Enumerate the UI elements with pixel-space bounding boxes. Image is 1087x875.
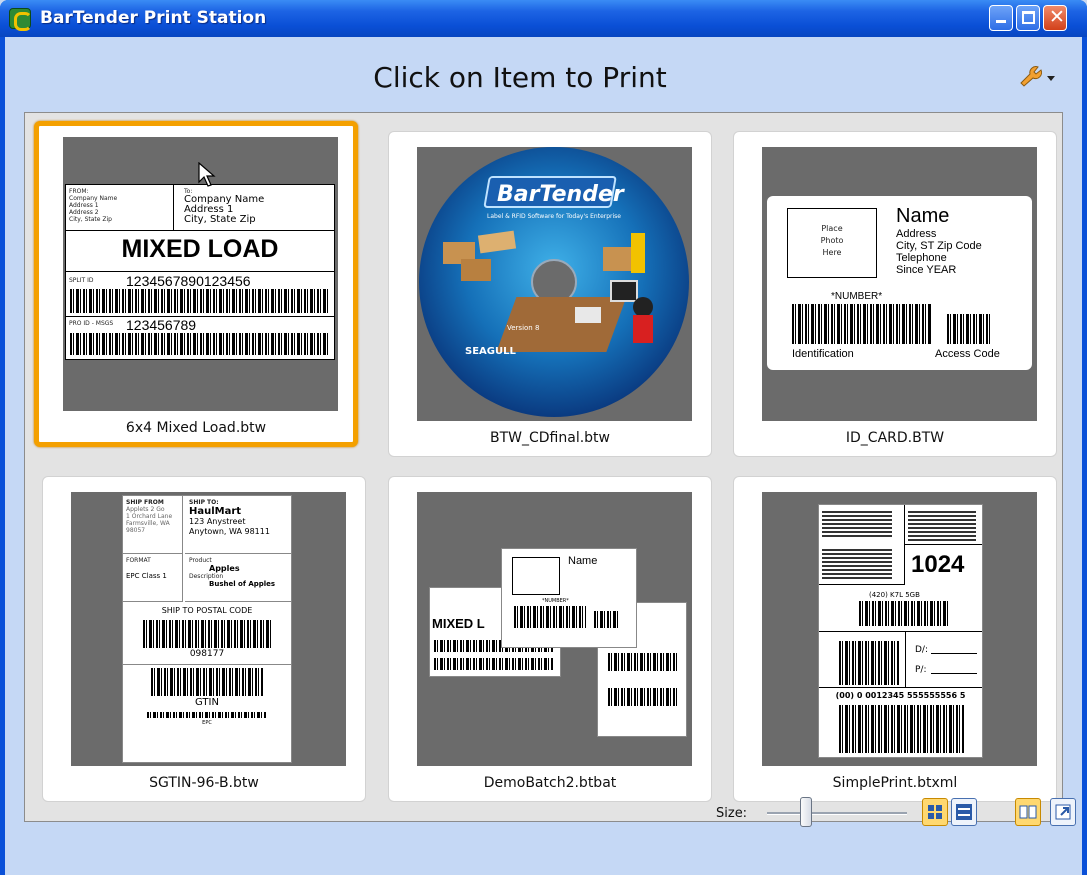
size-slider-track[interactable] [767,812,907,815]
grid-view-button[interactable] [922,798,948,826]
grid-view-icon [928,805,942,819]
items-grid: FROM: Company Name Address 1 Address 2 C… [24,112,1063,822]
page-title: Click on Item to Print [373,61,667,94]
size-label: Size: [716,806,748,821]
batch-front-label-preview: Name *NUMBER* [501,548,637,648]
app-window: BarTender Print Station ✕ Click on Item … [0,0,1087,875]
item-card-sgtin[interactable]: SHIP FROM Applets 2 Go 1 Orchard Lane Fa… [42,476,366,802]
item-thumbnail: BarTender Label & RFID Software for Toda… [417,147,692,421]
popout-button[interactable] [1050,798,1076,826]
minimize-icon [996,20,1006,23]
svg-text:SEAGULL: SEAGULL [465,346,516,357]
item-card-demobatch[interactable]: MIXED L Name *NUMBER* DemoBatch2.btbat [388,476,712,802]
settings-menu-button[interactable] [1017,65,1057,87]
size-slider-thumb[interactable] [800,797,812,827]
close-icon: ✕ [1049,6,1065,28]
svg-text:BarTender: BarTender [497,182,625,207]
bartender-app-icon [9,8,32,31]
wrench-icon [1020,66,1055,87]
window-title: BarTender Print Station [40,8,267,28]
sgtin-label-preview: SHIP FROM Applets 2 Go 1 Orchard Lane Fa… [122,495,292,763]
item-card-mixed-load[interactable]: FROM: Company Name Address 1 Address 2 C… [34,121,358,447]
item-thumbnail: 1024 (420) K7L 5GB D/: P/: (00) 0 001234… [762,492,1037,766]
header-bar: Click on Item to Print [5,37,1082,115]
svg-text:Version 8: Version 8 [507,324,539,332]
item-label: 6x4 Mixed Load.btw [125,420,267,436]
cd-label-preview: BarTender Label & RFID Software for Toda… [419,147,689,417]
simpleprint-label-preview: 1024 (420) K7L 5GB D/: P/: (00) 0 001234… [818,504,983,758]
mouse-cursor-icon [198,162,216,187]
item-label: BTW_CDfinal.btw [490,430,610,446]
item-thumbnail: MIXED L Name *NUMBER* [417,492,692,766]
external-window-icon [1055,804,1071,820]
maximize-button[interactable] [1016,5,1040,31]
open-folder-button[interactable] [1015,798,1041,826]
item-label: ID_CARD.BTW [845,430,945,446]
minimize-button[interactable] [989,5,1013,31]
close-button[interactable]: ✕ [1043,5,1067,31]
mixed-load-label-preview: FROM: Company Name Address 1 Address 2 C… [65,184,335,360]
list-view-button[interactable] [951,798,977,826]
item-label: SimplePrint.btxml [832,775,958,791]
item-thumbnail: SHIP FROM Applets 2 Go 1 Orchard Lane Fa… [71,492,346,766]
list-view-icon [956,804,972,820]
svg-text:Label & RFID Software for Toda: Label & RFID Software for Today's Enterp… [487,213,621,220]
item-thumbnail: Place Photo Here Name Address City, ST Z… [762,147,1037,421]
item-card-simpleprint[interactable]: 1024 (420) K7L 5GB D/: P/: (00) 0 001234… [733,476,1057,802]
client-area: Click on Item to Print FROM: Company Nam… [5,37,1082,875]
chevron-down-icon [1047,76,1055,81]
item-card-cd[interactable]: BarTender Label & RFID Software for Toda… [388,131,712,457]
id-card-preview: Place Photo Here Name Address City, ST Z… [767,196,1032,370]
book-icon [1019,805,1037,819]
item-label: DemoBatch2.btbat [483,775,617,791]
item-label: SGTIN-96-B.btw [149,775,259,791]
item-card-id-card[interactable]: Place Photo Here Name Address City, ST Z… [733,131,1057,457]
title-bar[interactable]: BarTender Print Station ✕ [0,0,1087,37]
maximize-icon [1022,11,1035,24]
